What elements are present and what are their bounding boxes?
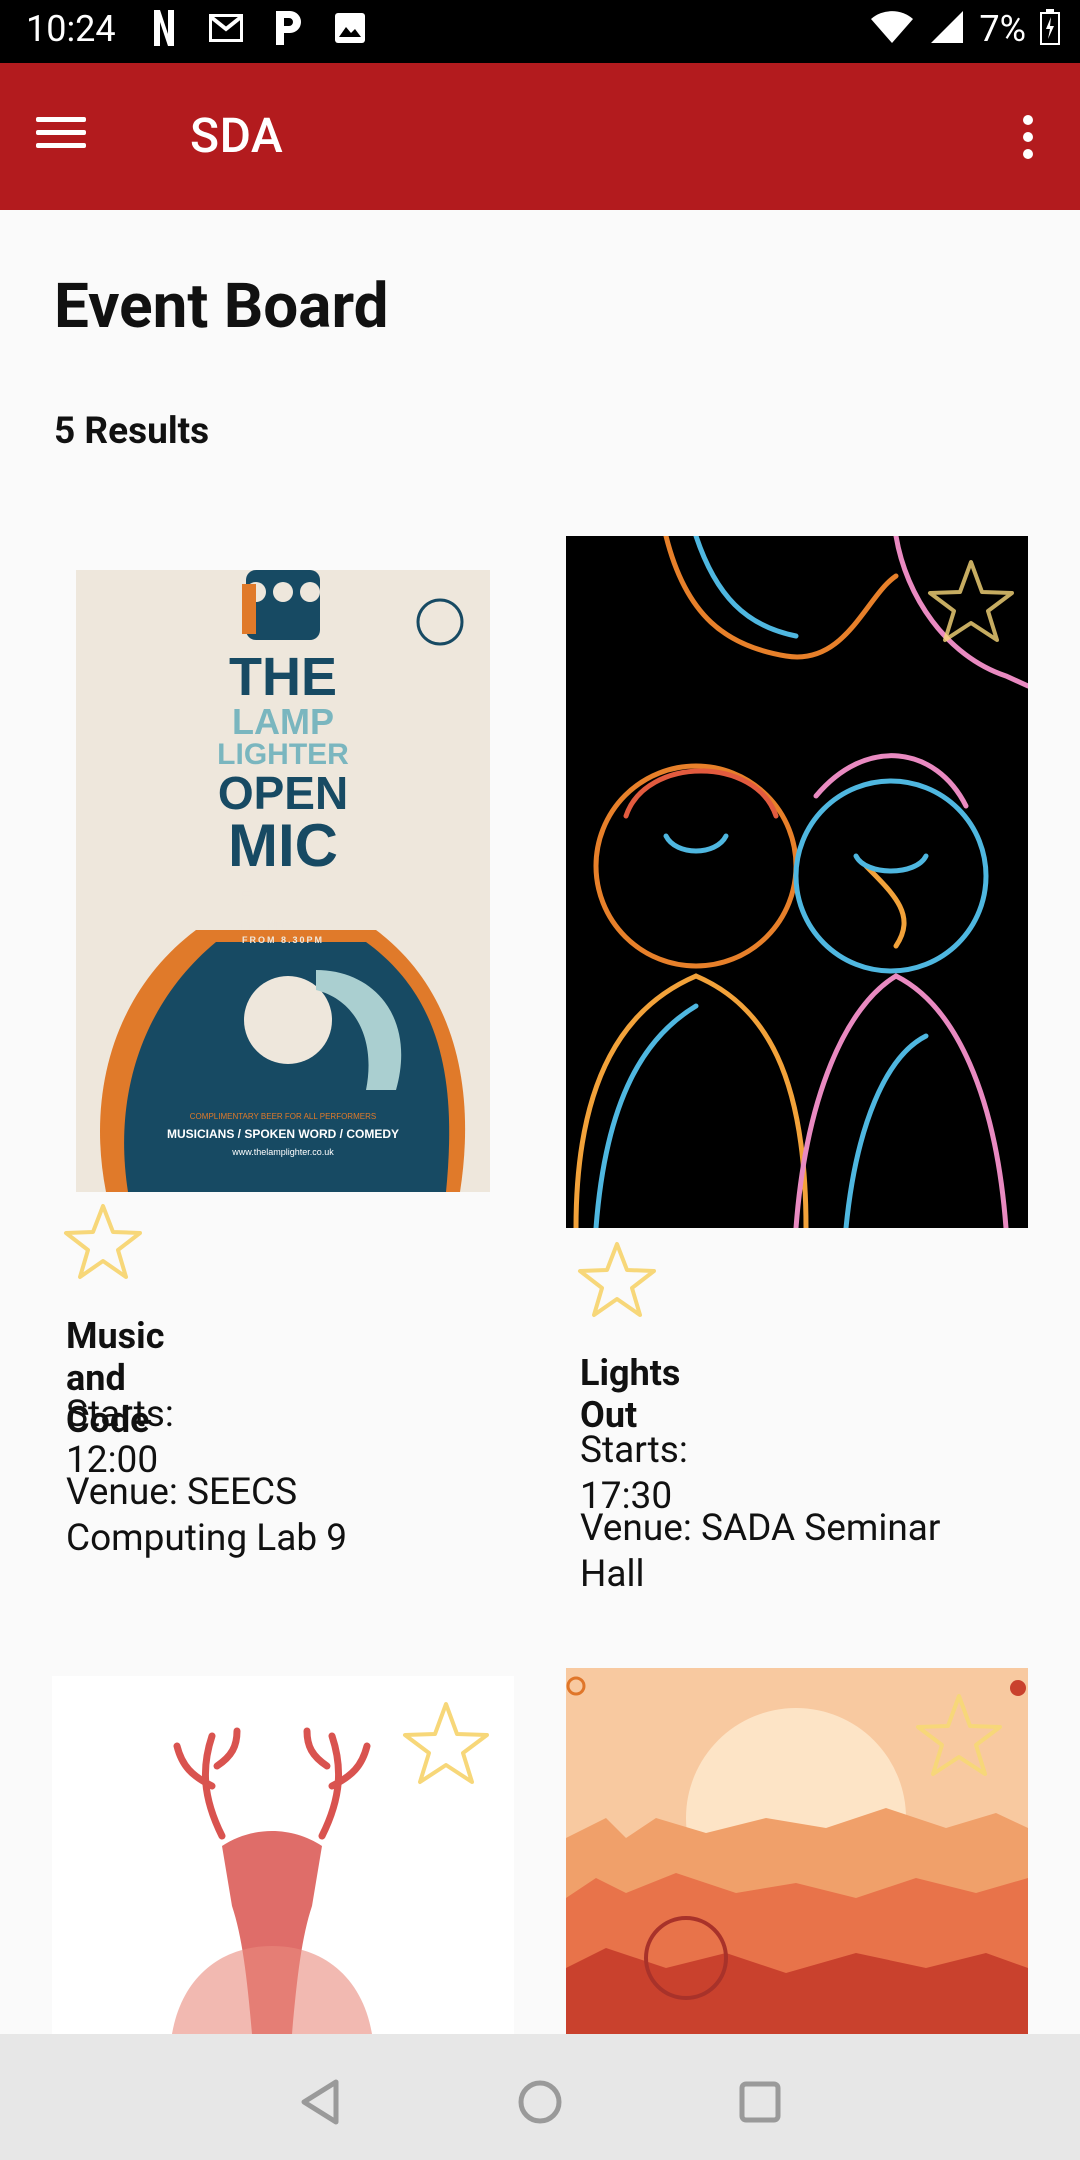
wifi-icon (869, 9, 915, 49)
poster-line: www.thelamplighter.co.uk (232, 1147, 334, 1157)
netflix-icon (146, 10, 182, 46)
home-icon[interactable] (510, 2072, 570, 2132)
poster-line: OPEN (217, 767, 349, 819)
battery-percent: 7% (979, 8, 1026, 50)
poster-line: MUSICIANS / SPOKEN WORD / COMEDY (166, 1127, 399, 1141)
poster-line: COMPLIMENTARY BEER FOR ALL PERFORMERS (189, 1112, 377, 1121)
app-bar: SDA (0, 63, 1080, 210)
poster-line: LAMP (232, 701, 334, 742)
battery-charging-icon (1040, 9, 1060, 49)
recents-icon[interactable] (730, 2072, 790, 2132)
event-title: Lights Out (580, 1352, 681, 1436)
poster-line: SESSIONS (221, 884, 345, 911)
status-right: 7% (869, 8, 1060, 50)
event-venue: Venue: SEECS Computing Lab 9 (66, 1471, 348, 1560)
page-title: Event Board (54, 270, 389, 343)
event-venue: Venue: SADA Seminar Hall (580, 1507, 941, 1596)
poster-line: MONDAYS (240, 917, 326, 933)
results-count: 5 Results (54, 410, 210, 453)
system-nav-bar (0, 2034, 1080, 2160)
pandora-icon (270, 10, 306, 46)
more-vert-icon[interactable] (1016, 115, 1040, 163)
app-title: SDA (190, 107, 284, 164)
image-icon (332, 10, 368, 46)
status-bar: 10:24 7% (0, 0, 1080, 63)
event-poster[interactable] (566, 536, 1028, 1228)
gmail-icon (208, 10, 244, 46)
event-poster[interactable] (52, 1676, 514, 2034)
back-icon[interactable] (290, 2072, 350, 2132)
poster-text: THE LAMP LIGHTER OPEN MIC SESSIONS MONDA… (206, 650, 360, 945)
poster-line: FROM 8.30PM (241, 935, 324, 945)
notification-icons (146, 10, 368, 46)
poster-footer: COMPLIMENTARY BEER FOR ALL PERFORMERS MU… (116, 1112, 450, 1157)
event-poster[interactable] (566, 1668, 1028, 2034)
status-time: 10:24 (26, 8, 116, 50)
favorite-star-icon[interactable] (574, 1238, 660, 1324)
poster-line: LIGHTER (217, 738, 349, 771)
poster-line: THE (229, 647, 337, 707)
cell-signal-icon (929, 9, 965, 49)
poster-line: MIC (228, 812, 338, 879)
event-poster[interactable]: THE LAMP LIGHTER OPEN MIC SESSIONS MONDA… (76, 570, 490, 1192)
hamburger-menu-icon[interactable] (36, 109, 108, 165)
favorite-star-icon[interactable] (60, 1200, 146, 1286)
